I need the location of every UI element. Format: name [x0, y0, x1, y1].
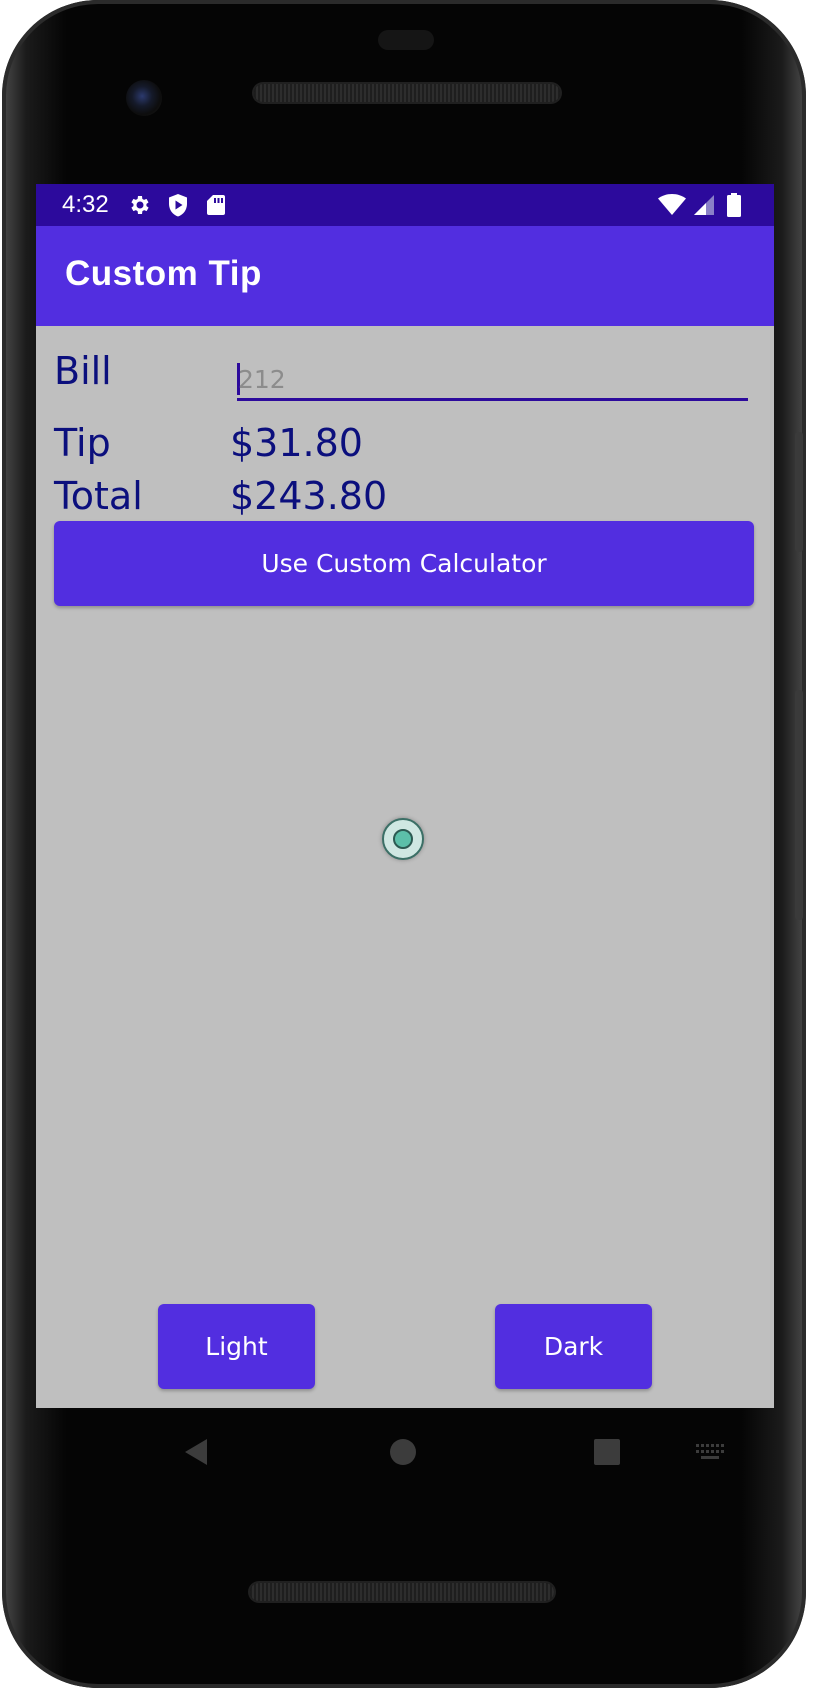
total-label: Total: [54, 474, 143, 518]
app-screen: 4:32 Custom Tip Bill 212 Tip $31.80 Tota…: [36, 184, 774, 1408]
light-theme-button[interactable]: Light: [158, 1304, 315, 1389]
home-icon[interactable]: [383, 1432, 423, 1472]
bottom-speaker: [250, 1583, 554, 1601]
status-time: 4:32: [62, 191, 109, 218]
use-custom-calculator-button[interactable]: Use Custom Calculator: [54, 521, 754, 606]
volume-button: [795, 690, 803, 920]
wifi-icon: [658, 193, 686, 217]
touch-indicator: [382, 818, 424, 860]
app-title: Custom Tip: [65, 254, 262, 293]
sensor-slot: [378, 30, 434, 50]
keyboard-icon[interactable]: [690, 1432, 730, 1472]
tip-label: Tip: [54, 421, 111, 465]
sd-card-icon: [204, 193, 228, 217]
battery-icon: [722, 193, 746, 217]
back-icon[interactable]: [176, 1432, 216, 1472]
settings-gear-icon: [128, 193, 152, 217]
front-camera: [126, 80, 162, 116]
recents-icon[interactable]: [587, 1432, 627, 1472]
tip-value: $31.80: [230, 421, 363, 465]
cellular-signal-icon: [692, 193, 716, 217]
bill-label: Bill: [54, 349, 112, 393]
bill-input[interactable]: 212: [237, 351, 748, 401]
shield-play-icon: [166, 193, 190, 217]
navigation-bar: [36, 1408, 774, 1498]
total-value: $243.80: [230, 474, 388, 518]
status-bar: 4:32: [36, 184, 774, 226]
app-bar: Custom Tip: [36, 226, 774, 326]
dark-theme-button[interactable]: Dark: [495, 1304, 652, 1389]
earpiece-speaker: [254, 84, 560, 102]
power-button: [795, 432, 803, 552]
bill-input-placeholder: 212: [238, 365, 286, 394]
